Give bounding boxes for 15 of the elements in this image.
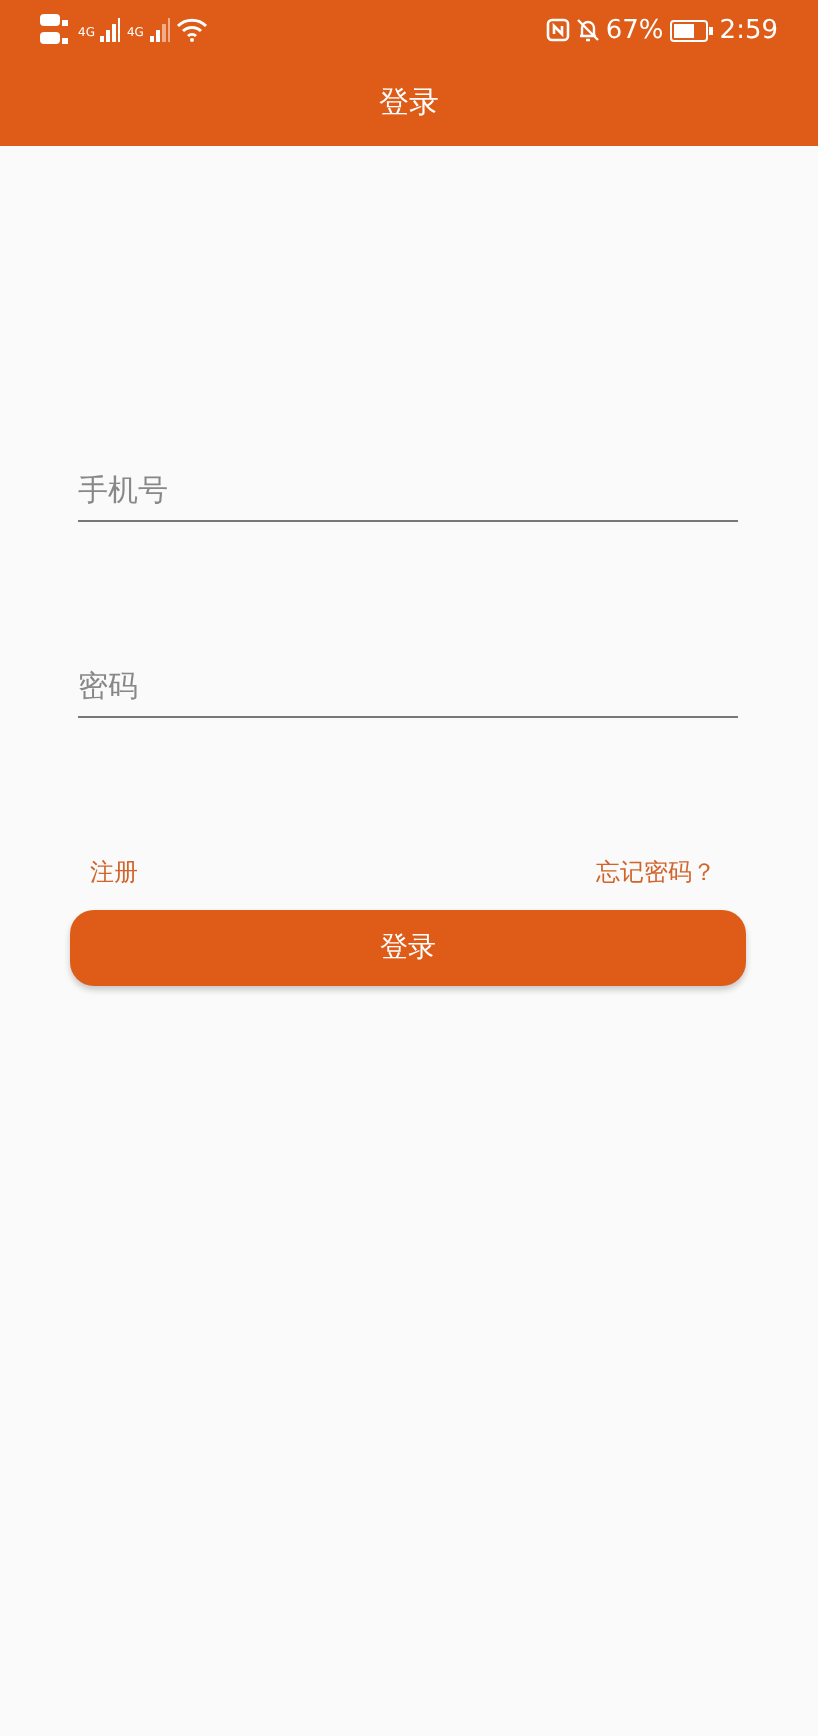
signal-icon bbox=[100, 18, 121, 42]
register-link[interactable]: 注册 bbox=[90, 856, 138, 890]
page-title: 登录 bbox=[379, 84, 439, 122]
password-field[interactable]: 密码 bbox=[78, 654, 738, 718]
battery-percent: 67% bbox=[605, 15, 664, 45]
forgot-password-link[interactable]: 忘记密码？ bbox=[596, 856, 716, 890]
phone-field[interactable]: 手机号 bbox=[78, 458, 738, 522]
nfc-icon bbox=[545, 18, 570, 42]
bell-off-icon bbox=[575, 18, 600, 42]
wifi-icon bbox=[175, 18, 208, 42]
clock: 2:59 bbox=[719, 15, 778, 45]
signal-icon bbox=[149, 18, 170, 42]
battery-icon bbox=[669, 19, 714, 41]
sim-icon bbox=[40, 12, 72, 48]
login-button[interactable]: 登录 bbox=[70, 910, 746, 986]
